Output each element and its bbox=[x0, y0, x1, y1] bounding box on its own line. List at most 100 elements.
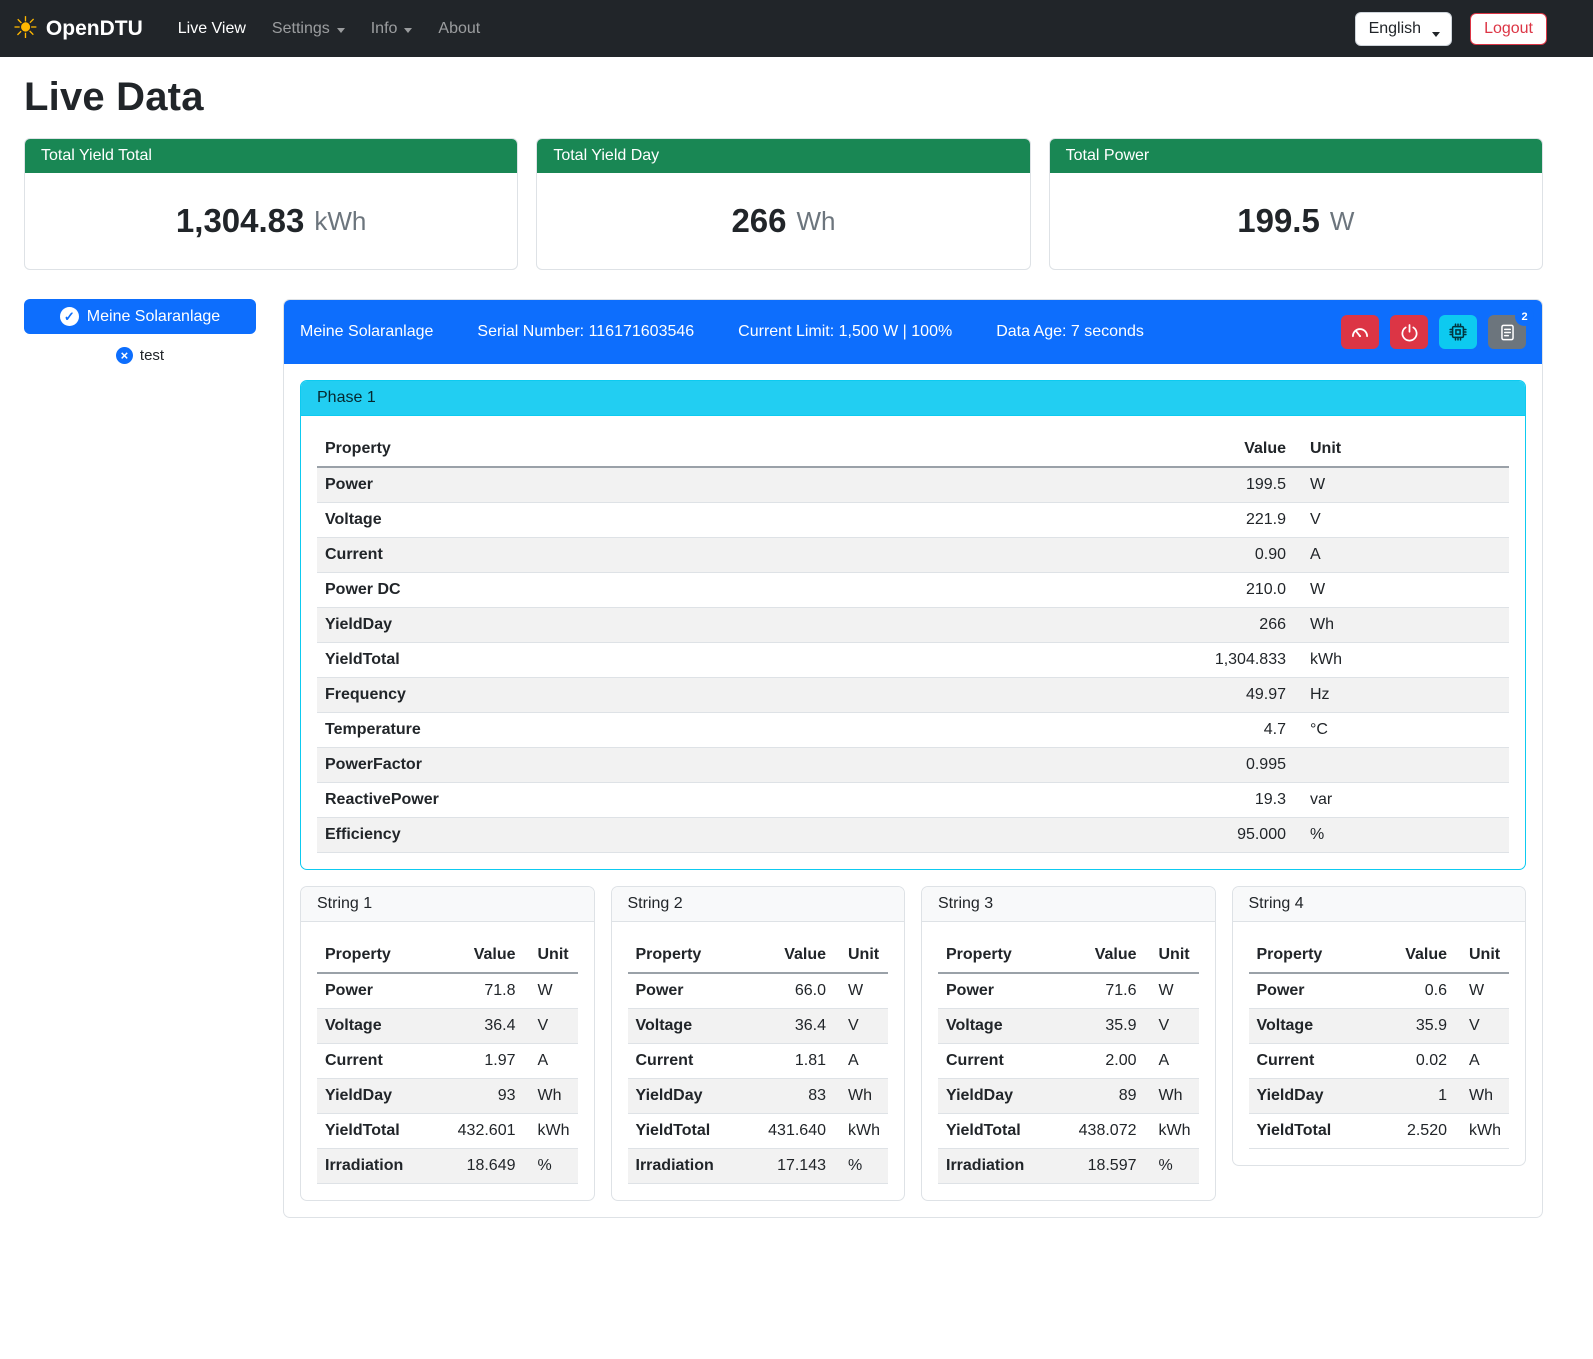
string-4-card: String 4 PropertyValueUnitPower0.6WVolta… bbox=[1232, 886, 1527, 1166]
total-yield-day-value: 266 bbox=[731, 202, 786, 240]
unit-cell: Wh bbox=[1294, 608, 1509, 643]
unit-cell: W bbox=[524, 973, 578, 1009]
unit-cell: kWh bbox=[834, 1114, 888, 1149]
column-header: Property bbox=[317, 432, 1164, 467]
event-log-button[interactable]: 2 bbox=[1488, 315, 1526, 349]
nav-live-view[interactable]: Live View bbox=[165, 12, 259, 46]
power-control-button[interactable] bbox=[1390, 315, 1428, 349]
value-cell: 221.9 bbox=[1164, 503, 1294, 538]
brand-link[interactable]: ☀ OpenDTU bbox=[12, 14, 143, 44]
property-cell: YieldTotal bbox=[628, 1114, 753, 1149]
column-header: Unit bbox=[1455, 938, 1509, 973]
column-header: Property bbox=[317, 938, 442, 973]
nav-info-label: Info bbox=[371, 20, 398, 38]
table-row: Voltage36.4V bbox=[628, 1009, 889, 1044]
table-row: ReactivePower19.3var bbox=[317, 783, 1509, 818]
property-cell: Temperature bbox=[317, 713, 1164, 748]
value-cell: 35.9 bbox=[1063, 1009, 1145, 1044]
value-cell: 0.6 bbox=[1373, 973, 1455, 1009]
unit-cell: W bbox=[1294, 467, 1509, 503]
phase-table: PropertyValueUnitPower199.5WVoltage221.9… bbox=[317, 432, 1509, 853]
value-cell: 83 bbox=[752, 1079, 834, 1114]
x-circle-icon: × bbox=[116, 347, 133, 364]
column-header: Value bbox=[442, 938, 524, 973]
table-row: Power71.6W bbox=[938, 973, 1199, 1009]
nav-settings-label: Settings bbox=[272, 20, 330, 38]
table-row: Power66.0W bbox=[628, 973, 889, 1009]
table-row: Temperature4.7°C bbox=[317, 713, 1509, 748]
card-body: 266 Wh bbox=[537, 173, 1029, 269]
unit-cell: °C bbox=[1294, 713, 1509, 748]
language-select-value: English bbox=[1369, 20, 1421, 37]
table-row: YieldTotal431.640kWh bbox=[628, 1114, 889, 1149]
value-cell: 19.3 bbox=[1164, 783, 1294, 818]
unit-cell: V bbox=[1455, 1009, 1509, 1044]
value-cell: 438.072 bbox=[1063, 1114, 1145, 1149]
property-cell: YieldTotal bbox=[1249, 1114, 1374, 1149]
column-header: Value bbox=[752, 938, 834, 973]
table-row: Current0.02A bbox=[1249, 1044, 1510, 1079]
value-cell: 2.00 bbox=[1063, 1044, 1145, 1079]
value-cell: 431.640 bbox=[752, 1114, 834, 1149]
unit-cell: Wh bbox=[1455, 1079, 1509, 1114]
property-cell: Power bbox=[317, 467, 1164, 503]
property-cell: Power bbox=[1249, 973, 1374, 1009]
property-cell: PowerFactor bbox=[317, 748, 1164, 783]
device-info-button[interactable] bbox=[1439, 315, 1477, 349]
card-header: Total Yield Day bbox=[537, 139, 1029, 173]
value-cell: 95.000 bbox=[1164, 818, 1294, 853]
sidebar-item-label: test bbox=[140, 347, 164, 364]
column-header: Value bbox=[1164, 432, 1294, 467]
property-cell: Current bbox=[317, 1044, 442, 1079]
nav-settings[interactable]: Settings bbox=[259, 12, 358, 46]
value-cell: 89 bbox=[1063, 1079, 1145, 1114]
value-cell: 1 bbox=[1373, 1079, 1455, 1114]
table-row: Current0.90A bbox=[317, 538, 1509, 573]
property-cell: YieldDay bbox=[938, 1079, 1063, 1114]
table-row: Voltage35.9V bbox=[938, 1009, 1199, 1044]
value-cell: 35.9 bbox=[1373, 1009, 1455, 1044]
sidebar-item-label: Meine Solaranlage bbox=[87, 308, 220, 326]
sidebar-item-meine-solaranlage[interactable]: ✓ Meine Solaranlage bbox=[24, 299, 256, 334]
main-row: ✓ Meine Solaranlage × test Meine Solaran… bbox=[24, 299, 1543, 1218]
value-cell: 49.97 bbox=[1164, 678, 1294, 713]
unit-cell: % bbox=[1294, 818, 1509, 853]
event-count-badge: 2 bbox=[1515, 307, 1534, 326]
string-table: PropertyValueUnitPower71.8WVoltage36.4VC… bbox=[317, 938, 578, 1184]
check-circle-icon: ✓ bbox=[60, 307, 79, 326]
unit-cell: A bbox=[1455, 1044, 1509, 1079]
value-cell: 432.601 bbox=[442, 1114, 524, 1149]
chevron-down-icon bbox=[337, 28, 345, 33]
property-cell: ReactivePower bbox=[317, 783, 1164, 818]
logout-button[interactable]: Logout bbox=[1470, 13, 1547, 45]
gauge-icon bbox=[1350, 322, 1370, 342]
table-row: PowerFactor0.995 bbox=[317, 748, 1509, 783]
table-row: Power199.5W bbox=[317, 467, 1509, 503]
limit-settings-button[interactable] bbox=[1341, 315, 1379, 349]
power-icon bbox=[1400, 323, 1419, 342]
sun-icon: ☀ bbox=[12, 14, 39, 44]
string-table: PropertyValueUnitPower71.6WVoltage35.9VC… bbox=[938, 938, 1199, 1184]
property-cell: YieldDay bbox=[317, 608, 1164, 643]
sidebar-item-test[interactable]: × test bbox=[24, 347, 256, 364]
inverter-card: Meine Solaranlage Serial Number: 1161716… bbox=[283, 299, 1543, 1218]
property-cell: Voltage bbox=[1249, 1009, 1374, 1044]
nav-info[interactable]: Info bbox=[358, 12, 426, 46]
inverter-sidebar: ✓ Meine Solaranlage × test bbox=[24, 299, 256, 364]
header-row: PropertyValueUnit bbox=[317, 432, 1509, 467]
column-header: Property bbox=[1249, 938, 1374, 973]
string-2-header: String 2 bbox=[612, 887, 905, 922]
nav-about[interactable]: About bbox=[425, 12, 493, 46]
unit-cell: V bbox=[524, 1009, 578, 1044]
unit-cell: V bbox=[1145, 1009, 1199, 1044]
card-body: 199.5 W bbox=[1050, 173, 1542, 269]
language-select[interactable]: English bbox=[1355, 12, 1452, 46]
total-yield-total-card: Total Yield Total 1,304.83 kWh bbox=[24, 138, 518, 270]
table-row: Voltage221.9V bbox=[317, 503, 1509, 538]
property-cell: Irradiation bbox=[317, 1149, 442, 1184]
table-row: YieldTotal1,304.833kWh bbox=[317, 643, 1509, 678]
table-row: Voltage36.4V bbox=[317, 1009, 578, 1044]
value-cell: 0.02 bbox=[1373, 1044, 1455, 1079]
string-1-header: String 1 bbox=[301, 887, 594, 922]
string-3-card: String 3 PropertyValueUnitPower71.6WVolt… bbox=[921, 886, 1216, 1201]
